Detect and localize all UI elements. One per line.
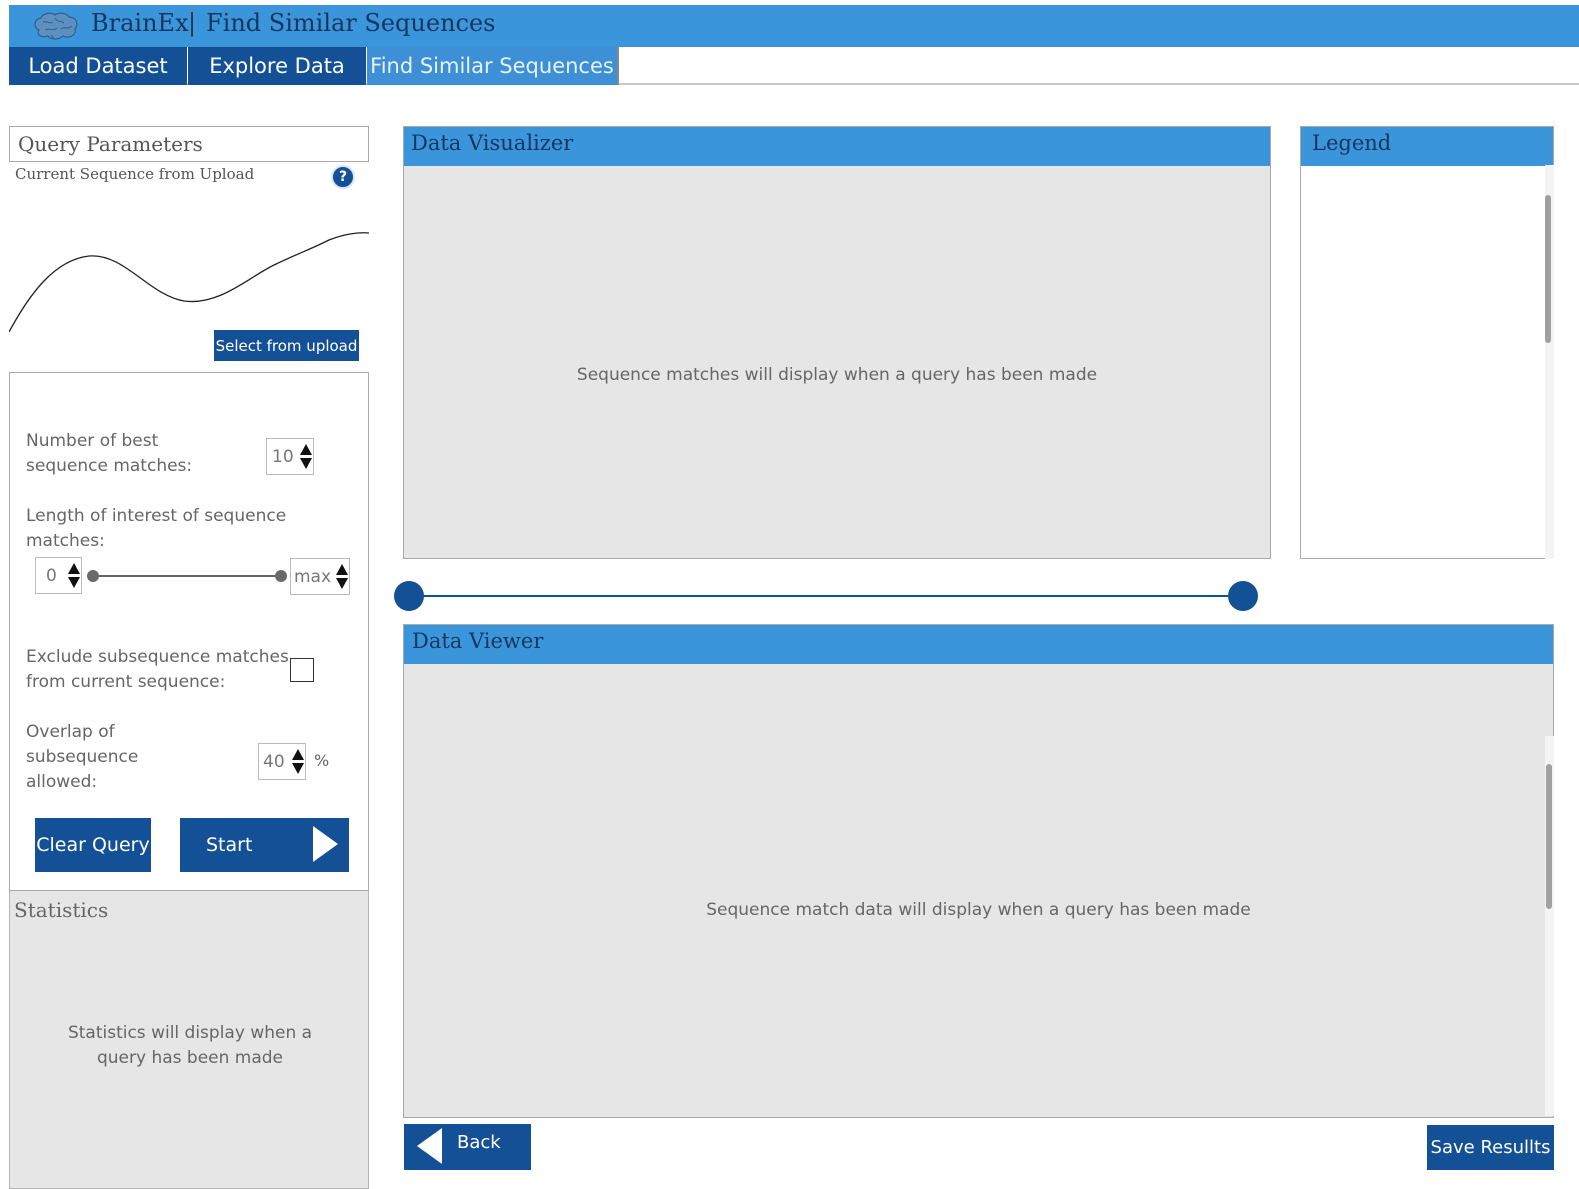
best-matches-stepper[interactable]: 10 — [266, 438, 314, 475]
data-visualizer-title: Data Visualizer — [411, 131, 574, 155]
query-parameters-title: Query Parameters — [18, 132, 203, 156]
length-min-value: 0 — [46, 565, 57, 586]
range-slider-track[interactable] — [408, 595, 1243, 597]
data-visualizer-header: Data Visualizer — [404, 127, 1270, 166]
app-name: BrainEx — [91, 9, 189, 37]
overlap-value: 40 — [263, 751, 285, 772]
best-matches-value: 10 — [272, 446, 294, 467]
exclude-checkbox[interactable] — [290, 658, 314, 682]
start-button[interactable]: Start — [180, 818, 349, 872]
play-icon — [313, 826, 338, 862]
length-max-stepper[interactable]: max — [290, 558, 350, 595]
stepper-arrows-icon[interactable] — [291, 749, 305, 774]
range-slider-left-handle[interactable] — [394, 581, 424, 611]
legend-header: Legend — [1301, 127, 1553, 166]
data-viewer-header: Data Viewer — [404, 625, 1553, 664]
tab-load-dataset[interactable]: Load Dataset — [9, 47, 187, 85]
tab-find-similar-sequences[interactable]: Find Similar Sequences — [367, 47, 617, 85]
exclude-label: Exclude subsequence matches from current… — [26, 647, 289, 692]
statistics-placeholder: Statistics will display when a query has… — [67, 1023, 313, 1068]
tab-divider — [617, 47, 619, 85]
query-parameters-header: Query Parameters — [9, 126, 369, 162]
statistics-panel: Statistics Statistics will display when … — [9, 890, 369, 1189]
stepper-arrows-icon[interactable] — [335, 564, 349, 589]
length-min-stepper[interactable]: 0 — [35, 557, 82, 594]
range-slider-right-handle[interactable] — [1228, 581, 1258, 611]
length-max-value: max — [294, 566, 332, 587]
length-slider-min-handle[interactable] — [87, 570, 99, 582]
save-results-button[interactable]: Save Resullts — [1427, 1125, 1554, 1170]
back-button-label: Back — [457, 1132, 501, 1153]
clear-query-button[interactable]: Clear Query — [35, 818, 151, 872]
current-sequence-plot — [9, 232, 369, 333]
title-bar: BrainEx | Find Similar Sequences — [9, 5, 1579, 47]
overlap-label: Overlap of subsequence allowed: — [26, 722, 139, 792]
data-viewer-title: Data Viewer — [412, 629, 544, 653]
back-arrow-icon — [417, 1128, 442, 1164]
legend-panel: Legend — [1300, 126, 1554, 559]
data-visualizer-placeholder: Sequence matches will display when a que… — [576, 365, 1098, 385]
overlap-stepper[interactable]: 40 — [258, 743, 306, 780]
start-button-label: Start — [206, 834, 253, 856]
legend-title: Legend — [1312, 131, 1392, 155]
data-viewer-placeholder: Sequence match data will display when a … — [706, 900, 1251, 920]
length-slider-max-handle[interactable] — [275, 570, 287, 582]
data-viewer-panel: Data Viewer Sequence match data will dis… — [403, 624, 1554, 1118]
legend-scrollbar-thumb[interactable] — [1545, 195, 1551, 343]
best-matches-label: Number of best sequence matches: — [26, 431, 193, 476]
tab-bar: Load Dataset Explore Data Find Similar S… — [9, 47, 1579, 85]
title-separator: | — [188, 9, 197, 37]
stepper-arrows-icon[interactable] — [299, 444, 313, 469]
back-button[interactable]: Back — [404, 1124, 531, 1170]
tab-explore-data[interactable]: Explore Data — [188, 47, 366, 85]
current-sequence-label: Current Sequence from Upload — [15, 165, 255, 183]
statistics-title: Statistics — [14, 898, 109, 922]
length-label: Length of interest of sequence matches: — [26, 506, 287, 551]
brain-icon — [34, 12, 78, 40]
overlap-unit: % — [314, 751, 330, 770]
data-visualizer-panel: Data Visualizer Sequence matches will di… — [403, 126, 1271, 559]
length-slider-track[interactable] — [93, 575, 281, 577]
select-from-upload-button[interactable]: Select from upload — [214, 330, 359, 361]
data-viewer-scrollbar-thumb[interactable] — [1546, 764, 1552, 909]
stepper-arrows-icon[interactable] — [67, 563, 81, 588]
page-title: Find Similar Sequences — [206, 9, 496, 37]
help-icon[interactable]: ? — [331, 165, 355, 189]
